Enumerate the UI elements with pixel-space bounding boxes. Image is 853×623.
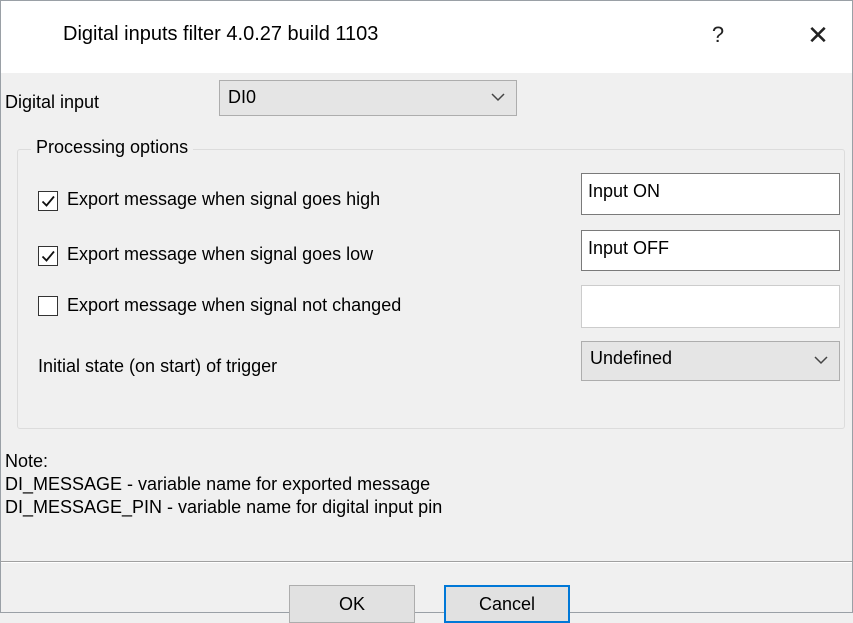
checkmark-icon	[41, 250, 55, 262]
cancel-button[interactable]: Cancel	[444, 585, 570, 623]
initial-state-value: Undefined	[590, 348, 673, 368]
chevron-down-icon	[814, 356, 828, 365]
export-low-message-value: Input OFF	[588, 238, 670, 258]
export-unchanged-message-input[interactable]	[581, 285, 840, 328]
digital-input-value: DI0	[228, 87, 257, 107]
footer-separator	[1, 561, 852, 563]
note-line-pin: DI_MESSAGE_PIN - variable name for digit…	[5, 497, 443, 517]
processing-options-caption: Processing options	[31, 137, 194, 158]
initial-state-dropdown[interactable]: Undefined	[581, 341, 840, 381]
export-low-message-input[interactable]: Input OFF	[581, 230, 840, 271]
title-bar: Digital inputs filter 4.0.27 build 1103 …	[1, 1, 852, 73]
window-title: Digital inputs filter 4.0.27 build 1103	[63, 23, 379, 45]
help-button[interactable]: ?	[695, 15, 741, 55]
dialog-window: Digital inputs filter 4.0.27 build 1103 …	[0, 0, 853, 623]
export-high-checkbox[interactable]	[38, 191, 58, 211]
export-unchanged-label: Export message when signal not changed	[67, 295, 402, 315]
export-low-label: Export message when signal goes low	[67, 244, 374, 264]
export-low-checkbox[interactable]	[38, 246, 58, 266]
export-high-label: Export message when signal goes high	[67, 189, 381, 209]
ok-button[interactable]: OK	[289, 585, 415, 623]
digital-input-label: Digital input	[5, 92, 100, 112]
digital-input-dropdown[interactable]: DI0	[219, 80, 517, 116]
export-unchanged-checkbox[interactable]	[38, 296, 58, 316]
close-button[interactable]: ✕	[795, 15, 841, 55]
initial-state-label: Initial state (on start) of trigger	[38, 356, 278, 376]
chevron-down-icon	[491, 93, 505, 102]
note-heading: Note:	[5, 451, 49, 471]
export-high-message-value: Input ON	[588, 181, 661, 201]
export-high-message-input[interactable]: Input ON	[581, 173, 840, 215]
note-line-message: DI_MESSAGE - variable name for exported …	[5, 474, 431, 494]
checkmark-icon	[41, 195, 55, 207]
